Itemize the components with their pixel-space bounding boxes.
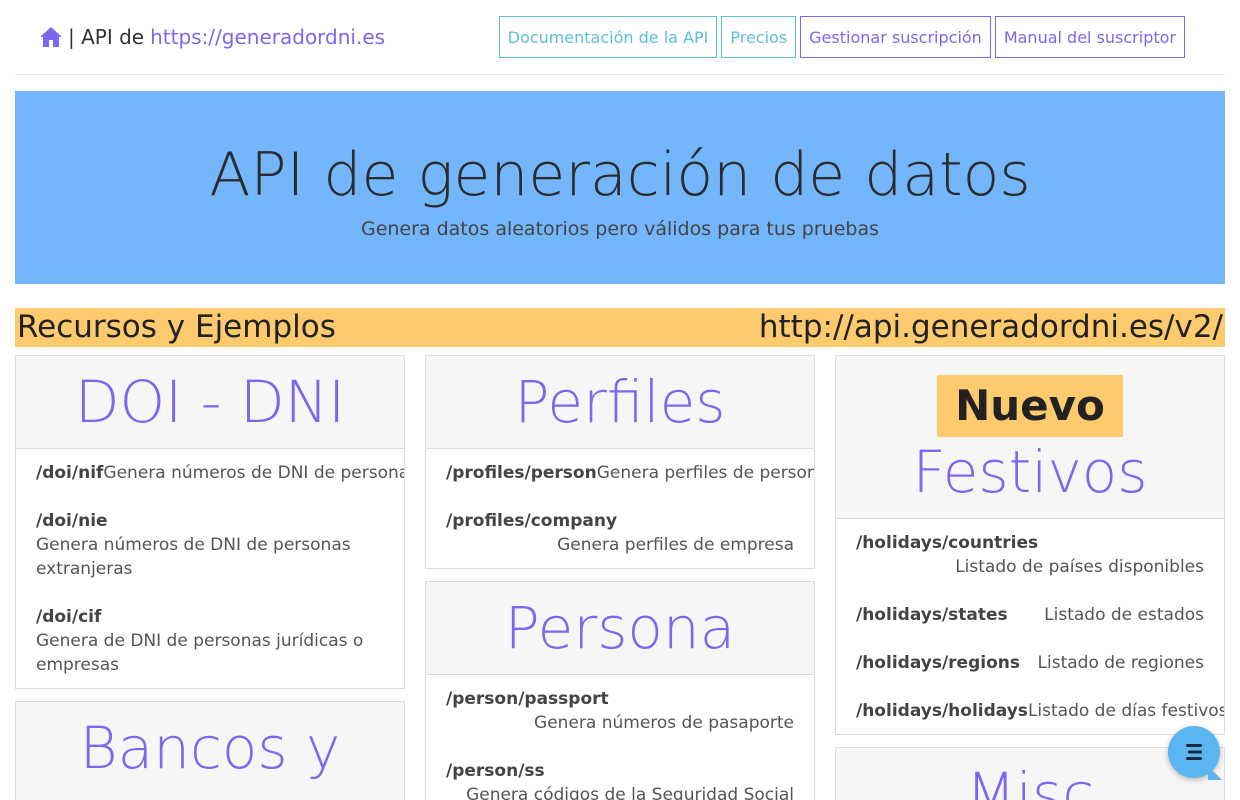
resources-title: Recursos y Ejemplos (17, 309, 336, 345)
card-header: Bancos y (16, 702, 404, 800)
hero-title: API de generación de datos (209, 140, 1031, 210)
card-festivos: Nuevo Festivos /holidays/countries Lista… (835, 355, 1225, 735)
brand-text: | API de (68, 25, 145, 49)
card-header: Perfiles (426, 356, 814, 449)
endpoint-holidays-states[interactable]: /holidays/states Listado de estados (856, 603, 1204, 627)
endpoint-desc: Genera de DNI de personas jurídicas o em… (36, 631, 364, 675)
endpoint-path[interactable]: /holidays/regions (856, 651, 1020, 675)
endpoint-doi-nie[interactable]: /doi/nie Genera números de DNI de person… (36, 509, 384, 581)
card-header: DOI - DNI (16, 356, 404, 449)
subscriber-manual-button[interactable]: Manual del suscriptor (994, 16, 1185, 58)
card-perfiles: Perfiles /profiles/person Genera perfile… (425, 355, 815, 569)
brand[interactable]: | API de https://generadordni.es (39, 22, 385, 52)
endpoint-path[interactable]: /holidays/states (856, 603, 1008, 627)
card-header: Nuevo Festivos (836, 356, 1224, 519)
card-header: Misc (836, 748, 1224, 800)
endpoint-path[interactable]: /person/passport (446, 689, 609, 709)
endpoint-path[interactable]: /doi/nif (36, 461, 103, 485)
card-persona: Persona /person/passport Genera números … (425, 581, 815, 800)
api-base-url[interactable]: http://api.generadordni.es/v2/ (759, 308, 1223, 347)
endpoint-desc: Listado de días festivos (1027, 701, 1225, 721)
endpoint-profiles-person[interactable]: /profiles/person Genera perfiles de pers… (446, 461, 814, 485)
card-misc: Misc (835, 747, 1225, 800)
endpoint-holidays-holidays[interactable]: /holidays/holidays Listado de días festi… (856, 699, 1224, 723)
endpoint-desc: Genera números de pasaporte (534, 713, 794, 733)
brand-link[interactable]: https://generadordni.es (150, 25, 385, 49)
endpoint-desc: Genera perfiles de empresa (557, 535, 794, 555)
endpoint-path[interactable]: /holidays/holidays (856, 699, 1028, 723)
endpoint-profiles-company[interactable]: /profiles/company Genera perfiles de emp… (446, 509, 794, 557)
card-title: DOI - DNI (74, 368, 346, 436)
nav-buttons: Documentación de la API Precios Gestiona… (498, 16, 1185, 58)
card-title: Bancos y (79, 714, 341, 782)
endpoint-person-passport[interactable]: /person/passport Genera números de pasap… (446, 687, 794, 735)
endpoint-desc: Genera números de DNI de personas (103, 463, 405, 483)
endpoint-path[interactable]: /person/ss (446, 761, 545, 781)
hero-subtitle: Genera datos aleatorios pero válidos par… (360, 218, 880, 240)
endpoint-path[interactable]: /profiles/company (446, 511, 617, 531)
card-body: /person/passport Genera números de pasap… (426, 675, 814, 800)
endpoint-doi-cif[interactable]: /doi/cif Genera de DNI de personas juríd… (36, 605, 384, 677)
home-icon[interactable] (39, 26, 63, 48)
pricing-button[interactable]: Precios (721, 16, 797, 58)
endpoint-desc: Genera números de DNI de personas extran… (36, 535, 351, 579)
card-body: /profiles/person Genera perfiles de pers… (426, 449, 814, 567)
card-body: /doi/nif Genera números de DNI de person… (16, 449, 404, 687)
card-bancos: Bancos y (15, 701, 405, 800)
endpoint-holidays-countries[interactable]: /holidays/countries Listado de países di… (856, 531, 1204, 579)
endpoint-desc: Listado de estados (1044, 605, 1204, 625)
hero-banner: API de generación de datos Genera datos … (15, 91, 1225, 284)
chat-icon (1186, 744, 1202, 760)
endpoint-holidays-regions[interactable]: /holidays/regions Listado de regiones (856, 651, 1204, 675)
card-title: Persona (504, 594, 736, 662)
endpoint-path[interactable]: /holidays/countries (856, 533, 1038, 553)
endpoint-person-ss[interactable]: /person/ss Genera códigos de la Segurida… (446, 759, 794, 800)
manage-subscription-button[interactable]: Gestionar suscripción (800, 16, 991, 58)
endpoint-path[interactable]: /profiles/person (446, 461, 597, 485)
endpoint-desc: Genera códigos de la Seguridad Social (466, 785, 794, 800)
card-title: Misc (965, 760, 1095, 800)
endpoint-desc: Listado de regiones (1037, 653, 1204, 673)
navbar: | API de https://generadordni.es Documen… (15, 0, 1225, 75)
endpoint-path[interactable]: /doi/cif (36, 607, 101, 627)
card-title: Perfiles (514, 368, 726, 436)
endpoint-desc: Listado de países disponibles (955, 557, 1204, 577)
card-body: /holidays/countries Listado de países di… (836, 519, 1224, 733)
endpoint-desc: Genera perfiles de persona (596, 463, 815, 483)
api-docs-button[interactable]: Documentación de la API (498, 16, 718, 58)
card-title: Festivos (912, 438, 1148, 506)
card-doi-dni: DOI - DNI /doi/nif Genera números de DNI… (15, 355, 405, 689)
endpoint-doi-nif[interactable]: /doi/nif Genera números de DNI de person… (36, 461, 404, 485)
new-badge: Nuevo (937, 375, 1123, 437)
card-header: Persona (426, 582, 814, 675)
chat-button[interactable] (1168, 726, 1220, 778)
endpoint-path[interactable]: /doi/nie (36, 511, 108, 531)
resources-bar: Recursos y Ejemplos http://api.generador… (15, 308, 1225, 347)
